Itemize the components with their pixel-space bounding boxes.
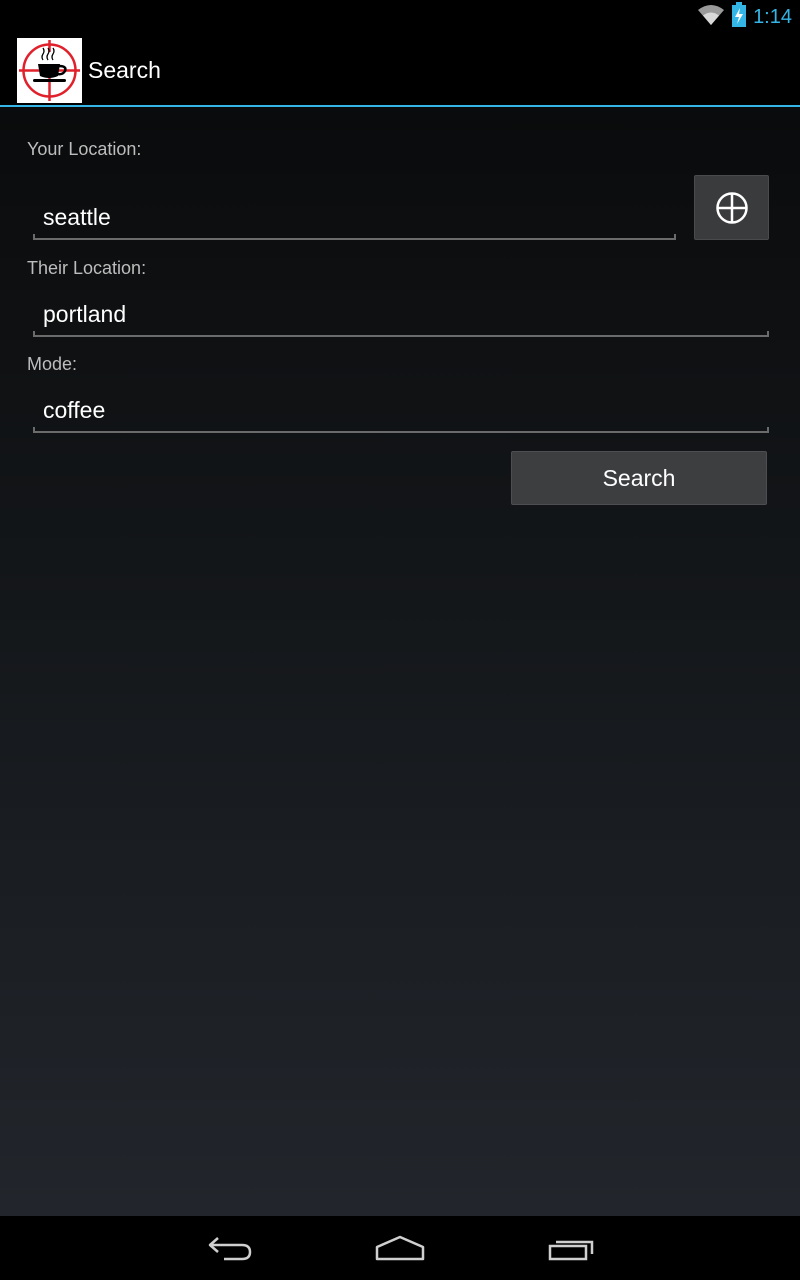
their-location-label: Their Location: [27,258,147,278]
back-button[interactable] [190,1228,270,1268]
status-icons: 1:14 [697,1,792,33]
crosshair-icon [715,191,748,224]
locate-button[interactable] [694,175,769,240]
your-location-value: seattle [43,204,111,230]
field-underline [33,427,769,433]
search-button[interactable]: Search [511,451,767,505]
recent-apps-button[interactable] [531,1228,611,1268]
home-icon [375,1235,425,1261]
field-underline [33,331,769,337]
their-location-field[interactable]: portland [33,289,769,337]
page-title: Search [88,57,161,83]
your-location-field[interactable]: seattle [33,192,676,240]
back-icon [208,1237,252,1261]
status-time: 1:14 [753,6,792,28]
app-logo[interactable] [17,38,82,103]
recent-apps-icon [548,1240,594,1261]
coffee-target-logo [19,40,80,101]
their-location-value: portland [43,301,127,327]
your-location-label: Your Location: [27,139,142,159]
battery-charging-icon [731,1,747,33]
status-bar: 1:14 [0,0,800,33]
mode-label: Mode: [27,354,78,374]
home-button[interactable] [360,1228,440,1268]
action-bar: Search [0,33,800,105]
screen: 1:14 Search Your Location: seattle Their… [0,0,800,1280]
field-underline [33,234,676,240]
wifi-icon [697,3,725,32]
search-form: Your Location: seattle Their Location: p… [0,107,800,1216]
mode-field[interactable]: coffee [33,385,769,433]
navigation-bar [0,1216,800,1280]
mode-value: coffee [43,397,106,423]
